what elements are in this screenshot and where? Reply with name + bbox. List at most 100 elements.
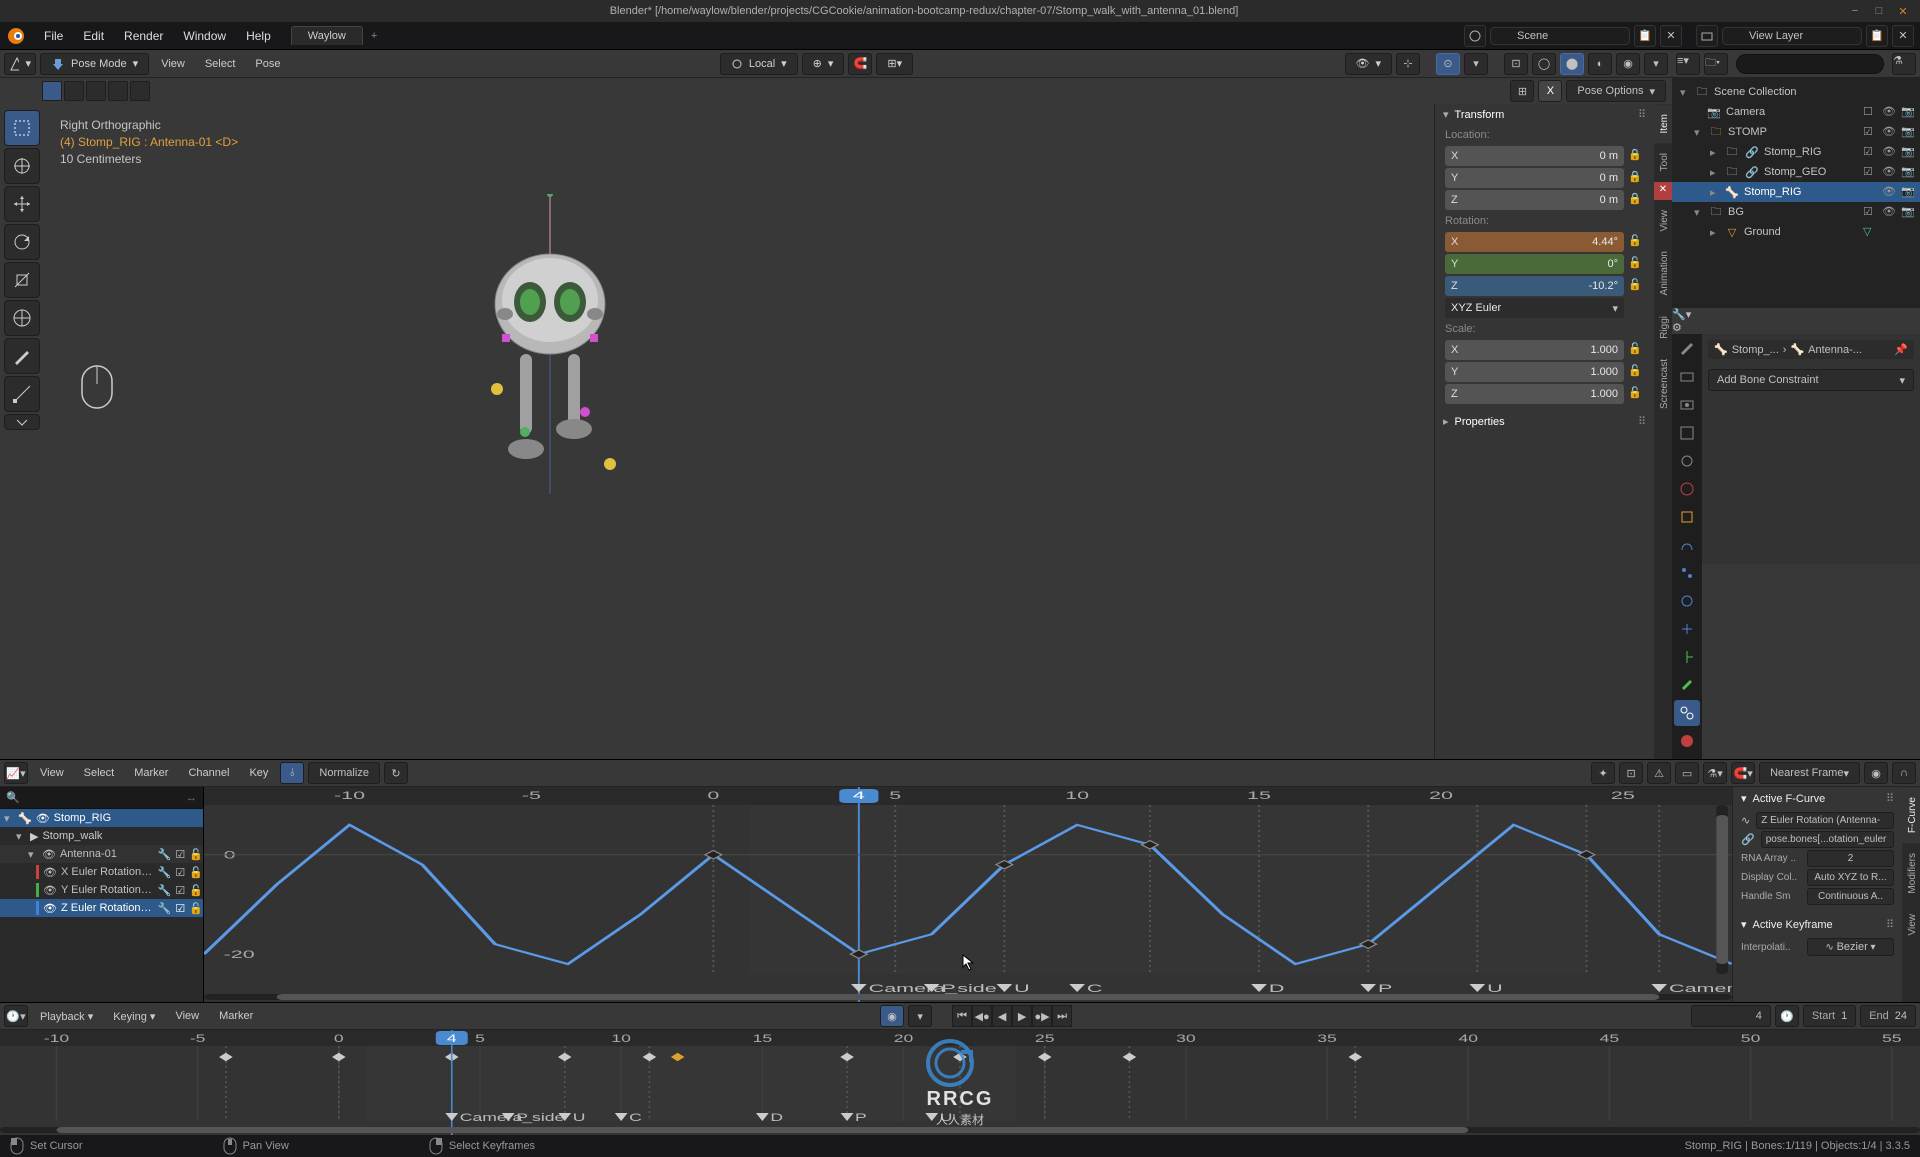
location-y-field[interactable]: Y0 m [1445,168,1624,188]
outliner-item-ground[interactable]: ▸ ▽ Ground ▽ [1672,222,1920,242]
lock-icon[interactable]: 🔒 [1628,148,1644,164]
tool-annotate[interactable] [4,338,40,374]
auto-keying-toggle[interactable]: ◉ [880,1005,904,1027]
rotation-y-field[interactable]: Y0° [1445,254,1624,274]
restrict-toggle[interactable]: ☑ [1863,165,1878,180]
scene-browse-icon[interactable] [1464,25,1486,47]
filter-icon[interactable]: ⚗▾ [1703,762,1727,784]
delete-scene-button[interactable]: ✕ [1660,25,1682,47]
channel-object[interactable]: ▾🦴 👁 Stomp_RIG [0,809,203,827]
tab-modifiers[interactable]: Modifiers [1902,843,1920,904]
viewport-3d[interactable]: Right Orthographic (4) Stomp_RIG : Anten… [0,104,1434,759]
layer-browse-icon[interactable] [1696,25,1718,47]
modifier-icon[interactable]: 🔧 [158,866,172,879]
eye-icon[interactable]: 👁 [43,884,57,897]
lock-icon[interactable]: 🔓 [1628,342,1644,358]
tab-screencast[interactable]: Screencast [1654,349,1672,419]
tab-fcurve[interactable]: F-Curve [1902,787,1920,843]
tab-item[interactable]: Item [1654,104,1672,143]
outliner-editor-type[interactable]: ≡▾ [1676,53,1700,75]
ptab-constraint[interactable] [1674,616,1700,642]
tab-rigging[interactable]: Riggi [1654,306,1672,349]
proportional-edit[interactable]: ◉ [1864,762,1888,784]
ptab-modifier[interactable] [1674,532,1700,558]
tool-select-box[interactable] [4,110,40,146]
play-reverse-button[interactable]: ◀ [992,1005,1012,1027]
active-keyframe-header[interactable]: ▾Active Keyframe⠿ [1733,913,1902,936]
properties-panel-header[interactable]: ▸ Properties ⠿ [1435,411,1654,432]
render-icon[interactable]: 📷 [1901,145,1916,160]
lock-icon[interactable]: 🔓 [1628,256,1644,272]
scale-z-field[interactable]: Z1.000 [1445,384,1624,404]
shading-matprev[interactable]: ◐ [1588,53,1612,75]
end-frame-field[interactable]: End24 [1860,1005,1916,1027]
graph-menu-key[interactable]: Key [241,767,276,779]
tool-scale[interactable] [4,262,40,298]
preview-range-toggle[interactable]: 🕐 [1775,1005,1799,1027]
lock-icon[interactable]: 🔒 [1628,170,1644,186]
shading-render[interactable]: ◉ [1616,53,1640,75]
eye-icon[interactable]: 👁 [42,848,56,861]
eye-icon[interactable]: 👁 [36,812,50,825]
ptab-particle[interactable] [1674,560,1700,586]
auto-normalize[interactable]: ↻ [384,762,408,784]
eye-icon[interactable]: 👁 [1882,205,1897,220]
vp-menu-pose[interactable]: Pose [247,58,288,70]
menu-window[interactable]: Window [173,29,236,43]
panel-options-icon[interactable]: ⠿ [1638,108,1646,121]
workspace-tab[interactable]: Waylow [291,26,363,45]
restrict-toggle[interactable]: ☑ [1863,125,1878,140]
render-icon[interactable]: 📷 [1901,185,1916,200]
transform-panel-header[interactable]: ▾ Transform ⠿ [1435,104,1654,125]
pose-options-dropdown[interactable]: Pose Options▾ [1566,80,1666,102]
ptab-viewlayer[interactable] [1674,420,1700,446]
modifier-icon[interactable]: 🔧 [158,848,172,861]
mute-toggle[interactable]: ☑ [175,902,185,915]
jump-prev-key-button[interactable]: ◀● [972,1005,992,1027]
new-layer-button[interactable]: 📋 [1866,25,1888,47]
new-scene-button[interactable]: 📋 [1634,25,1656,47]
eye-icon[interactable]: 👁 [1882,145,1897,160]
channel-z-euler[interactable]: 👁 Z Euler Rotation (A 🔧 ☑ 🔓 [0,899,203,917]
rna-index-field[interactable]: 2 [1807,850,1894,867]
outliner-item-stomp-rig-armature[interactable]: ▸ 🦴 Stomp_RIG 👁 📷 [1672,182,1920,202]
lock-icon[interactable]: 🔓 [189,848,203,861]
outliner-item-bg[interactable]: ▾ 🗀 BG ☑ 👁 📷 [1672,202,1920,222]
jump-next-key-button[interactable]: ●▶ [1032,1005,1052,1027]
tab-tool[interactable]: Tool [1654,143,1672,181]
lock-icon[interactable]: 🔓 [189,866,203,879]
mesh-data-icon[interactable]: ▽ [1863,225,1878,240]
scale-y-field[interactable]: Y1.000 [1445,362,1624,382]
data-path-field[interactable]: pose.bones[...otation_euler [1761,831,1894,848]
pin-icon[interactable]: 📌 [1894,343,1908,356]
outliner-display-mode[interactable]: 🗀▾ [1704,53,1728,75]
modifier-icon[interactable]: 🔧 [158,902,172,915]
scene-selector[interactable]: Scene [1490,27,1630,45]
pivot-selector[interactable]: ⊕▾ [802,53,845,75]
timeline-canvas[interactable]: -10-505101520253035404550554Camera_sideP… [0,1030,1920,1135]
eye-icon[interactable]: 👁 [1882,125,1897,140]
graph-menu-channel[interactable]: Channel [180,767,237,779]
add-constraint-dropdown[interactable]: Add Bone Constraint ▾ [1708,369,1914,391]
delete-layer-button[interactable]: ✕ [1892,25,1914,47]
display-color-selector[interactable]: Auto XYZ to R... [1807,869,1894,886]
tl-menu-marker[interactable]: Marker [211,1010,261,1022]
ptab-output[interactable] [1674,392,1700,418]
render-icon[interactable]: 📷 [1901,125,1916,140]
location-x-field[interactable]: X0 m [1445,146,1624,166]
channel-x-euler[interactable]: 👁 X Euler Rotation (A 🔧 ☑ 🔓 [0,863,203,881]
lock-icon[interactable]: 🔓 [1628,386,1644,402]
menu-help[interactable]: Help [236,29,281,43]
minimize-icon[interactable]: − [1848,5,1862,18]
outliner-item-stomp-rig-coll[interactable]: ▸ 🗀 🔗 Stomp_RIG ☑ 👁 📷 [1672,142,1920,162]
ptab-material[interactable] [1674,728,1700,754]
ptab-data[interactable] [1674,644,1700,670]
snap-toggle[interactable]: 🧲▾ [1731,762,1755,784]
lock-icon[interactable]: 🔒 [1628,192,1644,208]
show-handles[interactable]: ⊡ [1619,762,1643,784]
ptab-physics[interactable] [1674,588,1700,614]
current-frame-field[interactable]: 4 [1691,1005,1771,1027]
x-mirror-toggle[interactable]: X [1538,80,1562,102]
outliner-item-stomp[interactable]: ▾ 🗀 STOMP ☑ 👁 📷 [1672,122,1920,142]
handle-smooth-selector[interactable]: Continuous A.. [1807,888,1894,905]
